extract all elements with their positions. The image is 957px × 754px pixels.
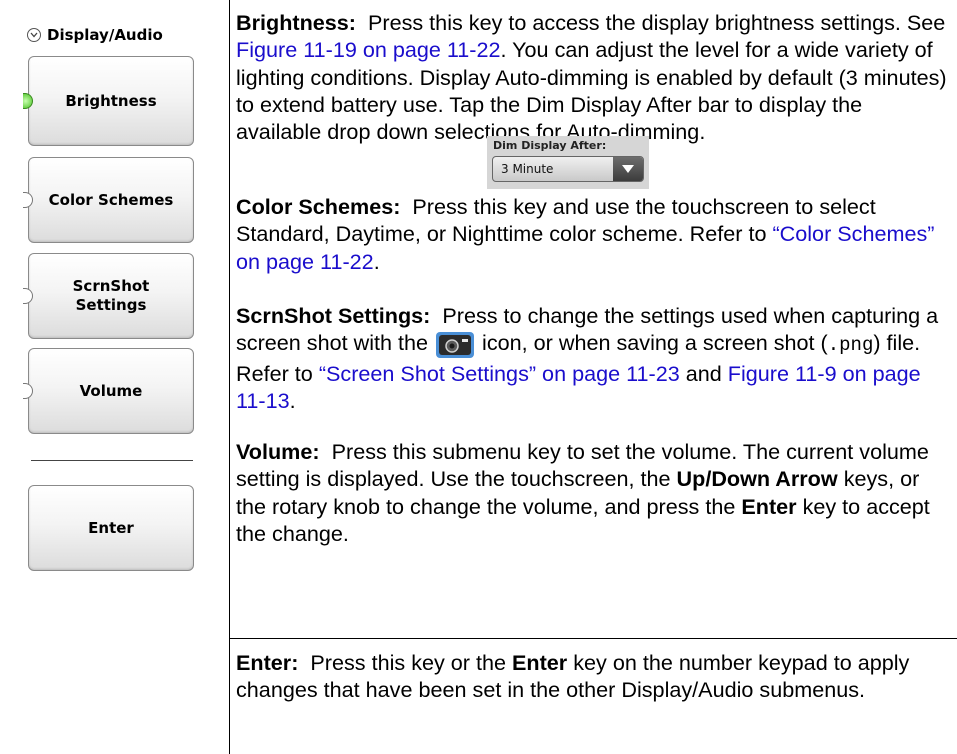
menu-divider — [31, 460, 193, 461]
menu-title-label: Display/Audio — [47, 26, 163, 44]
volume-term: Volume: — [236, 439, 320, 464]
indicator-icon — [23, 383, 33, 399]
figure-11-19-link[interactable]: Figure 11-19 on page 11-22 — [236, 37, 501, 62]
enter-text: Press this key or the — [310, 650, 507, 675]
color-schemes-key[interactable]: Color Schemes — [23, 157, 194, 243]
volume-description: Volume: Press this submenu key to set th… — [236, 438, 950, 547]
active-indicator-icon — [23, 93, 33, 109]
dim-display-after-dropdown[interactable]: 3 Minute — [492, 156, 644, 182]
brightness-key[interactable]: Brightness — [23, 56, 194, 146]
enter-desc-term: Enter: — [236, 650, 299, 675]
png-code: .png — [827, 334, 874, 357]
volume-key-label: Volume — [79, 381, 143, 400]
camera-icon — [436, 331, 475, 358]
section-divider — [229, 638, 957, 639]
enter-description: Enter: Press this key or the Enter key o… — [236, 649, 950, 704]
scrnshot-text-4: and — [685, 360, 722, 386]
dim-display-after-label: Dim Display After: — [493, 139, 607, 152]
color-schemes-key-label: Color Schemes — [48, 190, 174, 209]
up-down-arrow-term: Up/Down Arrow — [676, 466, 838, 492]
dropdown-arrow-icon[interactable] — [613, 157, 643, 181]
dim-display-after-value: 3 Minute — [501, 162, 554, 176]
scrnshot-settings-key-label: ScrnShot Settings — [72, 277, 150, 314]
enter-term: Enter — [741, 493, 797, 519]
brightness-key-label: Brightness — [65, 91, 157, 110]
scrnshot-text-2: icon, or when saving a screen shot ( — [482, 330, 828, 356]
scrnshot-term: ScrnShot Settings: — [236, 303, 431, 328]
volume-key[interactable]: Volume — [23, 348, 194, 434]
screen-shot-settings-link[interactable]: “Screen Shot Settings” on page 11-23 — [319, 361, 680, 386]
brightness-description: Brightness: Press this key to access the… — [236, 9, 950, 145]
brightness-text: Press this key to access the display bri… — [367, 10, 946, 35]
brightness-term: Brightness: — [236, 10, 356, 35]
display-audio-menu: Display/Audio Brightness Color Schemes S… — [0, 0, 229, 754]
color-schemes-description: Color Schemes: Press this key and use th… — [236, 193, 950, 275]
enter-key[interactable]: Enter — [28, 485, 194, 571]
indicator-icon — [23, 192, 33, 208]
color-schemes-text-2: . — [373, 248, 380, 274]
enter-key-term: Enter — [512, 650, 568, 675]
menu-title[interactable]: Display/Audio — [27, 25, 163, 45]
enter-key-label: Enter — [88, 518, 134, 537]
scrnshot-description: ScrnShot Settings: Press to change the s… — [236, 302, 950, 414]
dim-display-after-widget: Dim Display After: 3 Minute — [487, 136, 649, 189]
indicator-icon — [23, 288, 33, 304]
scrnshot-text-5: . — [289, 387, 296, 413]
scrnshot-settings-key[interactable]: ScrnShot Settings — [23, 253, 194, 339]
descriptions-column: Brightness: Press this key to access the… — [229, 0, 957, 754]
chevron-down-icon — [27, 28, 41, 42]
color-schemes-term: Color Schemes: — [236, 194, 401, 219]
